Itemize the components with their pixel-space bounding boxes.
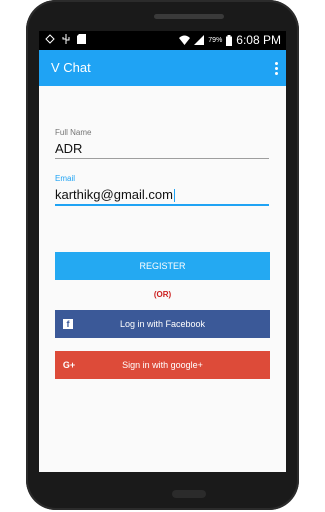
register-button-label: REGISTER bbox=[139, 261, 186, 271]
full-name-label: Full Name bbox=[55, 128, 92, 137]
google-plus-icon: G+ bbox=[62, 360, 76, 370]
facebook-icon: f bbox=[63, 319, 73, 329]
full-name-input[interactable]: ADR bbox=[55, 137, 269, 158]
usb-icon bbox=[62, 34, 70, 44]
status-notifications bbox=[45, 34, 86, 44]
google-signin-button[interactable]: G+ Sign in with google+ bbox=[55, 351, 270, 379]
or-divider: (OR) bbox=[153, 290, 172, 299]
mobile-data-icon bbox=[45, 34, 55, 44]
phone-home-button bbox=[172, 490, 206, 498]
app-bar: V Chat bbox=[39, 50, 286, 86]
phone-speaker bbox=[154, 14, 224, 19]
signal-icon bbox=[194, 35, 205, 45]
app-screen: 79% 6:08 PM V Chat Full Name ADR Email k… bbox=[39, 31, 286, 472]
email-input[interactable]: karthikg@gmail.com bbox=[55, 187, 173, 202]
email-field[interactable]: Email karthikg@gmail.com bbox=[55, 174, 269, 207]
full-name-underline bbox=[55, 158, 269, 159]
register-button[interactable]: REGISTER bbox=[55, 252, 270, 280]
facebook-login-button[interactable]: f Log in with Facebook bbox=[55, 310, 270, 338]
email-underline bbox=[55, 204, 269, 207]
full-name-field[interactable]: Full Name ADR bbox=[55, 128, 269, 159]
battery-percent: 79% bbox=[208, 36, 223, 44]
google-button-label: Sign in with google+ bbox=[122, 360, 203, 370]
sd-card-icon bbox=[77, 34, 86, 44]
status-time: 6:08 PM bbox=[236, 33, 281, 47]
overflow-menu-icon[interactable] bbox=[275, 62, 279, 76]
app-title: V Chat bbox=[51, 60, 91, 75]
wifi-icon bbox=[179, 35, 191, 45]
battery-charging-icon bbox=[226, 34, 233, 46]
text-cursor bbox=[173, 189, 175, 203]
status-system: 79% 6:08 PM bbox=[179, 33, 281, 47]
email-input-wrapper[interactable]: karthikg@gmail.com bbox=[55, 183, 269, 204]
email-label: Email bbox=[55, 174, 76, 183]
facebook-button-label: Log in with Facebook bbox=[119, 319, 206, 329]
status-bar: 79% 6:08 PM bbox=[39, 31, 286, 50]
